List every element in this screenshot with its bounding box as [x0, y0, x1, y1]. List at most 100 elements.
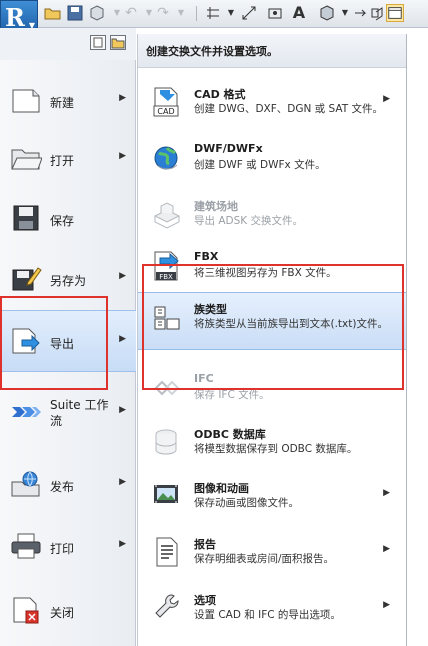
open-documents-icon[interactable] [110, 35, 126, 50]
chevron-down-icon[interactable]: ▼ [222, 4, 240, 22]
publish-icon [10, 470, 42, 498]
export-options-panel: 创建交换文件并设置选项。 CAD CAD 格式 创建 DWG、DXF、DGN 或… [137, 34, 407, 646]
3d-view-icon[interactable] [318, 4, 336, 22]
chevron-right-icon: ▶ [383, 488, 390, 498]
option-title: 选项 [194, 594, 216, 607]
option-title: 族类型 [194, 303, 227, 316]
option-title: FBX [194, 250, 219, 263]
menu-item-label: 新建 [50, 96, 75, 110]
option-description: 保存 IFC 文件。 [194, 389, 270, 401]
option-title: DWF/DWFx [194, 142, 263, 155]
option-description: 保存明细表或房间/面积报告。 [194, 553, 335, 565]
menu-item-save-as[interactable]: 另存为 ▶ [0, 248, 136, 310]
save-disk-icon [10, 204, 42, 232]
option-description: 导出 ADSK 交换文件。 [194, 215, 303, 227]
chevron-right-icon: ▶ [383, 94, 390, 104]
window-edge [407, 34, 428, 646]
option-description: 创建 DWG、DXF、DGN 或 SAT 文件。 [194, 103, 383, 115]
fbx-file-icon: FBX [152, 250, 182, 282]
chevron-right-icon: ▶ [383, 544, 390, 554]
cad-file-icon: CAD [152, 86, 182, 118]
open-folder-icon [10, 144, 43, 172]
chevron-right-icon: ▶ [119, 151, 126, 161]
chevron-right-icon: ▶ [119, 271, 126, 281]
database-icon [152, 426, 182, 458]
switch-window-icon[interactable] [386, 4, 404, 22]
film-image-icon [152, 480, 182, 512]
chevron-right-icon: ▶ [383, 600, 390, 610]
export-option-reports[interactable]: 报告 保存明细表或房间/面积报告。 ▶ [138, 528, 406, 578]
menu-item-label: 关闭 [50, 606, 75, 620]
menu-item-new[interactable]: 新建 ▶ [0, 70, 136, 132]
option-title: IFC [194, 372, 214, 385]
fbx-icon-text: FBX [159, 273, 173, 281]
export-option-cad[interactable]: CAD CAD 格式 创建 DWG、DXF、DGN 或 SAT 文件。 ▶ [138, 78, 406, 128]
undo-icon[interactable]: ↶ [122, 4, 140, 22]
toolbar-separator [196, 6, 197, 21]
menu-item-export[interactable]: 导出 ▶ [0, 310, 136, 372]
chevron-right-icon: ▶ [119, 334, 126, 344]
export-option-odbc[interactable]: ODBC 数据库 将模型数据保存到 ODBC 数据库。 [138, 418, 406, 468]
chevron-down-icon[interactable]: ▼ [172, 4, 190, 22]
menu-item-open[interactable]: 打开 ▶ [0, 128, 136, 190]
export-option-family-types[interactable]: 族类型 将族类型从当前族导出到文本(.txt)文件。 [138, 292, 406, 350]
menu-item-label: 发布 [50, 480, 75, 494]
application-menu-list: 新建 ▶ 打开 ▶ 保存 另存为 ▶ 导出 ▶ Suite 工作流 ▶ 发布 ▶… [0, 60, 136, 646]
option-title: 报告 [194, 538, 216, 551]
building-site-icon [152, 198, 182, 230]
option-description: 保存动画或图像文件。 [194, 497, 299, 509]
suite-workflow-icon [10, 398, 42, 426]
menu-item-label: 打印 [50, 542, 75, 556]
family-types-icon [152, 301, 182, 333]
option-description: 将模型数据保存到 ODBC 数据库。 [194, 443, 358, 455]
menu-item-close[interactable]: 关闭 [0, 580, 136, 642]
menu-item-save[interactable]: 保存 [0, 188, 136, 250]
option-title: 建筑场地 [194, 200, 238, 213]
option-description: 将三维视图另存为 FBX 文件。 [194, 267, 337, 279]
option-description: 创建 DWF 或 DWFx 文件。 [194, 159, 326, 171]
option-description: 将族类型从当前族导出到文本(.txt)文件。 [194, 318, 388, 330]
measure-icon[interactable] [204, 4, 222, 22]
menu-item-label: Suite 工作流 [50, 398, 109, 428]
export-option-options[interactable]: 选项 设置 CAD 和 IFC 的导出选项。 ▶ [138, 584, 406, 634]
quick-access-toolbar: ▼ ↶ ▼ ↷ ▼ ▼ A ▼ [0, 0, 428, 28]
option-description: 设置 CAD 和 IFC 的导出选项。 [194, 609, 341, 621]
tag-icon[interactable] [266, 4, 284, 22]
menu-item-suite-workflow[interactable]: Suite 工作流 ▶ [0, 382, 136, 444]
menu-item-print[interactable]: 打印 ▶ [0, 516, 136, 578]
export-option-fbx[interactable]: FBX FBX 将三维视图另存为 FBX 文件。 [138, 242, 406, 292]
menu-item-label: 打开 [50, 154, 75, 168]
menu-subbar [0, 28, 136, 60]
menu-item-label: 另存为 [50, 274, 87, 288]
export-option-ifc: IFC 保存 IFC 文件。 [138, 364, 406, 414]
redo-icon[interactable]: ↷ [154, 4, 172, 22]
chevron-right-icon: ▶ [119, 93, 126, 103]
model-icon[interactable] [368, 4, 386, 22]
dwf-globe-icon [152, 142, 182, 174]
close-document-icon [10, 596, 42, 624]
option-title: 图像和动画 [194, 482, 249, 495]
save-as-icon [10, 264, 42, 292]
recent-documents-icon[interactable] [90, 35, 106, 50]
chevron-right-icon: ▶ [119, 405, 126, 415]
wrench-icon [152, 592, 182, 624]
export-option-dwf[interactable]: DWF/DWFx 创建 DWF 或 DWFx 文件。 [138, 134, 406, 184]
sync-icon[interactable] [88, 4, 106, 22]
menu-item-publish[interactable]: 发布 ▶ [0, 454, 136, 516]
printer-icon [10, 532, 42, 560]
new-document-icon [10, 86, 42, 114]
text-icon[interactable]: A [290, 4, 308, 22]
option-title: ODBC 数据库 [194, 428, 266, 441]
dimension-icon[interactable] [240, 4, 258, 22]
export-option-building-site: 建筑场地 导出 ADSK 交换文件。 [138, 190, 406, 240]
save-icon[interactable] [66, 4, 84, 22]
panel-header: 创建交换文件并设置选项。 [138, 34, 406, 68]
menu-item-label: 导出 [50, 337, 75, 351]
open-icon[interactable] [44, 4, 62, 22]
cad-icon-text: CAD [157, 107, 174, 116]
chevron-right-icon: ▶ [119, 539, 126, 549]
export-icon [10, 327, 42, 355]
export-option-images[interactable]: 图像和动画 保存动画或图像文件。 ▶ [138, 472, 406, 522]
ifc-icon [152, 372, 182, 404]
menu-item-label: 保存 [50, 214, 75, 228]
